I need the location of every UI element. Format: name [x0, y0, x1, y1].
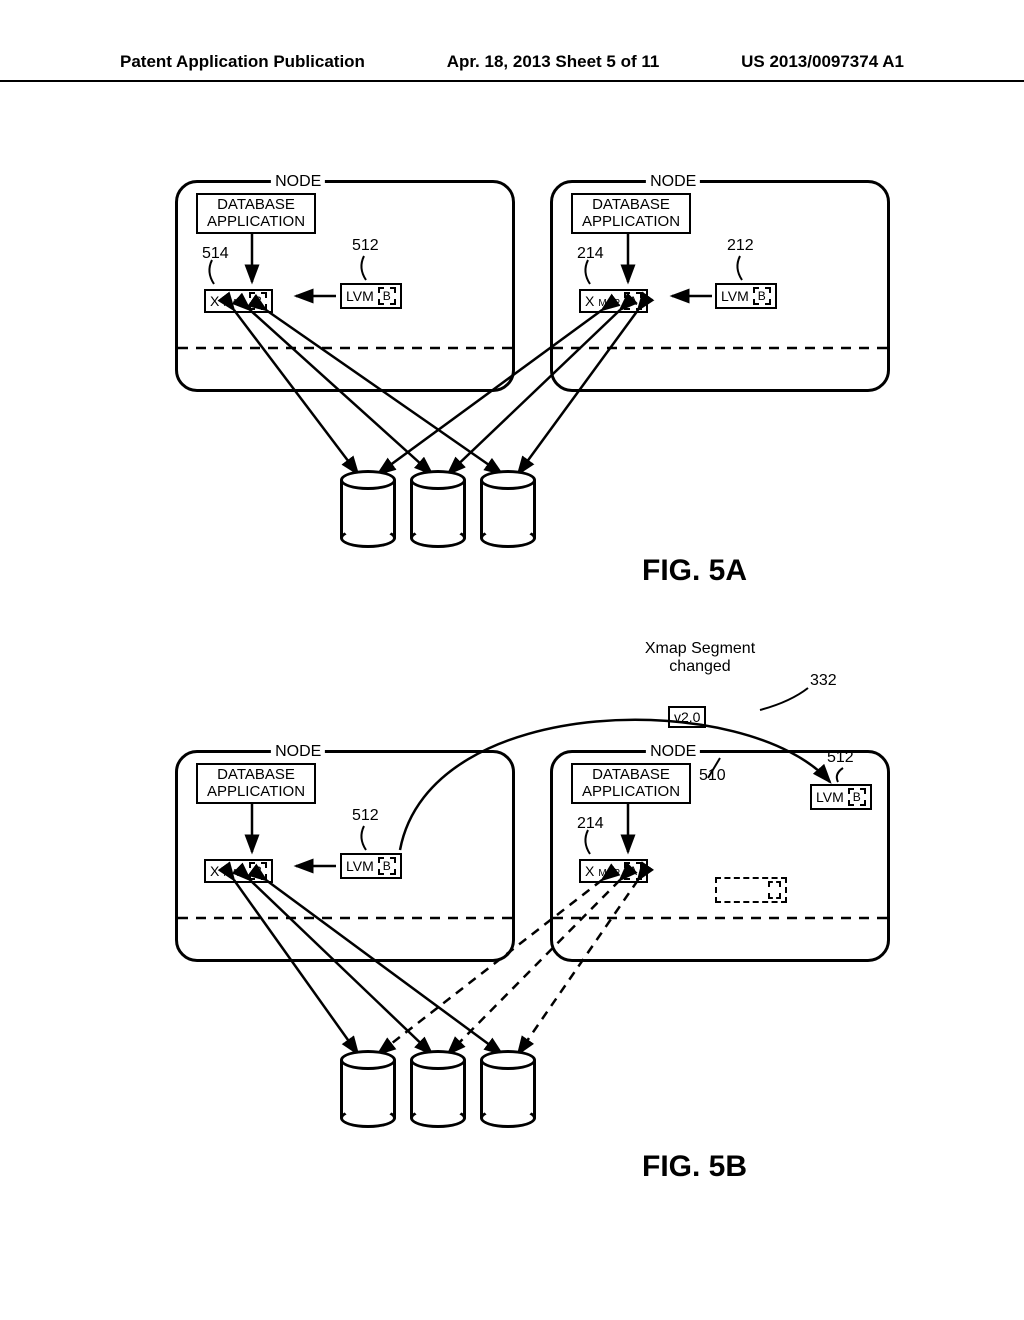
- storage-cylinder: [410, 1050, 466, 1128]
- node-title: NODE: [646, 173, 700, 191]
- figure-area: NODE DATABASE APPLICATION 514 512 XMAP B…: [0, 0, 1024, 1320]
- ref-512-r: 512: [827, 749, 854, 767]
- db-app-box: DATABASE APPLICATION: [571, 763, 691, 804]
- ref-214: 214: [577, 815, 604, 833]
- lvm-box: LVM B: [715, 283, 777, 309]
- db-app-box: DATABASE APPLICATION: [196, 193, 316, 234]
- ref-212: 212: [727, 237, 754, 255]
- xmap-box: XMAP B: [204, 289, 273, 313]
- ref-512: 512: [352, 237, 379, 255]
- lvm-box-old: LVM: [715, 877, 787, 903]
- lvm-box: LVM B: [340, 283, 402, 309]
- fig5a-node-right: NODE DATABASE APPLICATION 214 212 XMAP A…: [550, 180, 890, 392]
- storage-cylinder: [410, 470, 466, 548]
- ref-510: 510: [699, 767, 726, 785]
- ref-332: 332: [810, 672, 837, 690]
- version-box: v2.0: [668, 706, 706, 728]
- xmap-box: XMAP B: [204, 859, 273, 883]
- node-title: NODE: [271, 743, 325, 761]
- ref-214: 214: [577, 245, 604, 263]
- db-app-box: DATABASE APPLICATION: [196, 763, 316, 804]
- lvm-box-moved: LVM B: [810, 784, 872, 810]
- fig-5b-label: FIG. 5B: [642, 1150, 747, 1184]
- xmap-box: XMAP A: [579, 289, 648, 313]
- ref-514: 514: [202, 245, 229, 263]
- fig5b-node-right: NODE DATABASE APPLICATION 214 510 XMAP A…: [550, 750, 890, 962]
- fig5a-node-left: NODE DATABASE APPLICATION 514 512 XMAP B…: [175, 180, 515, 392]
- lvm-box: LVM B: [340, 853, 402, 879]
- node-title: NODE: [646, 743, 700, 761]
- fig-5a-label: FIG. 5A: [642, 554, 747, 588]
- storage-cylinder: [480, 470, 536, 548]
- storage-cylinder: [340, 470, 396, 548]
- db-app-box: DATABASE APPLICATION: [571, 193, 691, 234]
- storage-cylinder: [340, 1050, 396, 1128]
- xmap-box: XMAP A: [579, 859, 648, 883]
- fig5b-node-left: NODE DATABASE APPLICATION 512 XMAP B LVM…: [175, 750, 515, 962]
- ref-512: 512: [352, 807, 379, 825]
- storage-cylinder: [480, 1050, 536, 1128]
- node-title: NODE: [271, 173, 325, 191]
- xmap-changed-annotation: Xmap Segment changed: [610, 640, 790, 677]
